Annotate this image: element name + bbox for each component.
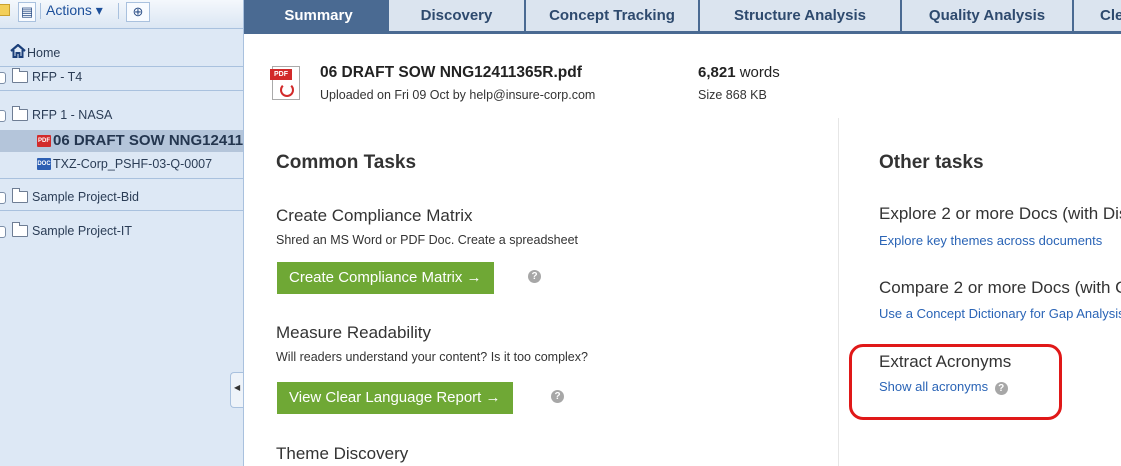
add-button[interactable]: ⊕ (126, 2, 150, 22)
sidebar-item-doc-document[interactable]: DOC TXZ-Corp_PSHF-03-Q-0007 (0, 152, 243, 179)
file-size: Size 868 KB (698, 88, 767, 102)
sidebar-item-sample-bid[interactable]: Sample Project-Bid (0, 186, 243, 211)
sidebar-item-label: Sample Project-IT (32, 224, 133, 238)
sidebar-item-label: RFP - T4 (32, 70, 83, 84)
sidebar-toolbar: ▤ Actions ▾ ⊕ (0, 0, 243, 29)
collapse-icon[interactable] (0, 110, 6, 122)
concept-dictionary-link[interactable]: Use a Concept Dictionary for Gap Analysi… (879, 306, 1121, 321)
sidebar-item-label: 06 DRAFT SOW NNG12411365R.pdf (53, 132, 243, 149)
word-count: 6,821 words (698, 64, 780, 81)
word-count-unit: words (739, 64, 780, 81)
sidebar-item-rfp1-nasa[interactable]: RFP 1 - NASA (0, 104, 243, 128)
view-clear-language-report-button[interactable]: View Clear Language Report → (277, 382, 513, 414)
task-title: Explore 2 or more Docs (with Discovery) (879, 204, 1121, 223)
sidebar-item-label: Sample Project-Bid (32, 190, 139, 204)
highlight-annotation (849, 344, 1062, 420)
open-folder-icon (11, 106, 28, 121)
folder-icon[interactable] (0, 4, 10, 16)
other-tasks-heading: Other tasks (879, 152, 984, 173)
task-description: Will readers understand your content? Is… (276, 350, 588, 364)
tab-bar: Summary Discovery Concept Tracking Struc… (244, 0, 1121, 34)
acrobat-swirl-icon (280, 83, 294, 97)
tab-concept-tracking[interactable]: Concept Tracking (526, 0, 700, 31)
sidebar-item-pdf-document[interactable]: PDF 06 DRAFT SOW NNG12411365R.pdf (0, 130, 243, 152)
expand-icon[interactable] (0, 226, 6, 238)
pdf-file-icon: PDF (270, 66, 300, 100)
word-count-value: 6,821 (698, 64, 736, 81)
pdf-badge: PDF (270, 69, 292, 80)
collapse-sidebar-handle[interactable]: ◀ (230, 372, 243, 408)
tab-clear-language[interactable]: Clear Language (1074, 0, 1121, 31)
explore-themes-link[interactable]: Explore key themes across documents (879, 233, 1102, 248)
actions-menu-button[interactable]: Actions ▾ (46, 0, 103, 21)
upload-info: Uploaded on Fri 09 Oct by help@insure-co… (320, 88, 596, 102)
task-title: Create Compliance Matrix (276, 206, 473, 225)
tab-discovery[interactable]: Discovery (389, 0, 526, 31)
sidebar-item-label: RFP 1 - NASA (32, 108, 113, 122)
help-icon[interactable]: ? (551, 390, 564, 403)
sidebar-item-sample-it[interactable]: Sample Project-IT (0, 220, 243, 244)
document-file-name: 06 DRAFT SOW NNG12411365R.pdf (320, 64, 582, 81)
toolbar-divider (40, 3, 41, 19)
pdf-icon: PDF (37, 135, 51, 147)
common-tasks-heading: Common Tasks (276, 152, 417, 173)
tab-structure-analysis[interactable]: Structure Analysis (700, 0, 902, 31)
list-view-button[interactable]: ▤ (18, 2, 36, 22)
expand-icon[interactable] (0, 72, 6, 84)
sidebar-item-label: Home (27, 46, 61, 60)
task-title: Compare 2 or more Docs (with Concept Tra… (879, 278, 1121, 297)
create-compliance-matrix-button[interactable]: Create Compliance Matrix → (277, 262, 494, 294)
sidebar-item-home[interactable]: Home (0, 42, 243, 67)
folder-icon (11, 68, 28, 83)
expand-icon[interactable] (0, 192, 6, 204)
sidebar-item-label: TXZ-Corp_PSHF-03-Q-0007 (53, 157, 213, 171)
tab-summary[interactable]: Summary (250, 0, 389, 34)
toolbar-divider (118, 3, 119, 19)
task-description: Shred an MS Word or PDF Doc. Create a sp… (276, 233, 578, 247)
folder-icon (11, 188, 28, 203)
task-title: Measure Readability (276, 323, 431, 342)
folder-icon (11, 222, 28, 237)
word-doc-icon: DOC (37, 158, 51, 170)
task-title: Theme Discovery (276, 444, 409, 463)
home-icon (10, 44, 26, 58)
sidebar-item-rfp-t4[interactable]: RFP - T4 (0, 66, 243, 91)
help-icon[interactable]: ? (528, 270, 541, 283)
summary-panel: PDF 06 DRAFT SOW NNG12411365R.pdf Upload… (244, 34, 1121, 466)
chevron-left-icon: ◀ (234, 383, 241, 392)
tab-quality-analysis[interactable]: Quality Analysis (902, 0, 1074, 31)
project-sidebar: ▤ Actions ▾ ⊕ Home RFP - T4 RFP 1 - NASA… (0, 0, 244, 466)
column-divider (838, 118, 839, 466)
